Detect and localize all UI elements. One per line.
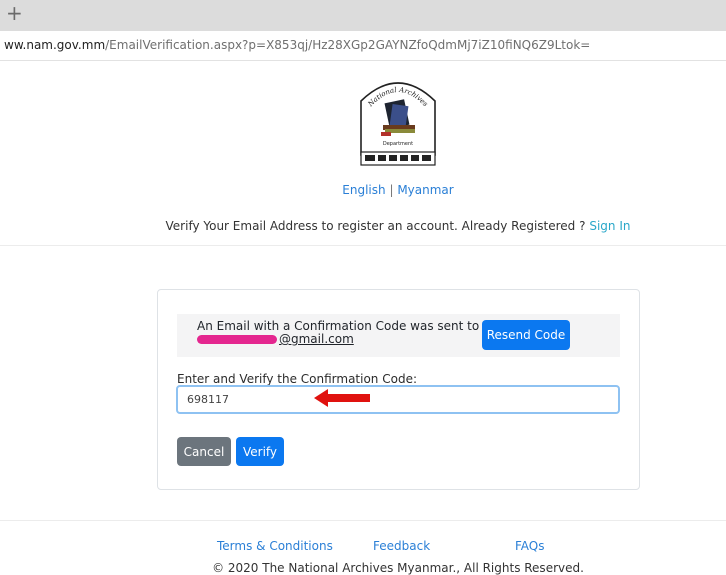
url-host: ww.nam.gov.mm [4, 38, 106, 52]
verification-card: An Email with a Confirmation Code was se… [157, 289, 640, 490]
intro-message: Verify Your Email Address to register an… [0, 219, 726, 233]
browser-tab-strip: + [0, 0, 726, 31]
email-sent-notice: An Email with a Confirmation Code was se… [177, 314, 620, 357]
email-redaction-mark [197, 335, 277, 344]
verify-button[interactable]: Verify [236, 437, 284, 466]
red-arrow-icon [314, 389, 370, 407]
confirmation-code-label: Enter and Verify the Confirmation Code: [177, 372, 417, 386]
intro-text: Verify Your Email Address to register an… [165, 219, 586, 233]
national-archives-logo: National Archives Department [360, 82, 436, 166]
feedback-link[interactable]: Feedback [373, 539, 430, 553]
url-path: /EmailVerification.aspx?p=X853qj/Hz28XGp… [105, 38, 591, 52]
url-text[interactable]: ww.nam.gov.mm/EmailVerification.aspx?p=X… [4, 38, 590, 52]
language-myanmar-link[interactable]: Myanmar [397, 183, 453, 197]
email-domain: @gmail.com [279, 332, 354, 346]
recipient-email: @gmail.com [197, 333, 354, 346]
sign-in-link[interactable]: Sign In [589, 219, 630, 233]
faqs-link[interactable]: FAQs [515, 539, 545, 553]
language-switcher: English | Myanmar [0, 183, 726, 197]
cancel-button[interactable]: Cancel [177, 437, 231, 466]
resend-code-button[interactable]: Resend Code [482, 320, 570, 350]
language-separator: | [389, 183, 394, 197]
confirmation-code-input[interactable] [176, 385, 620, 414]
logo-bottom-text: Department [383, 141, 413, 147]
terms-link[interactable]: Terms & Conditions [217, 539, 333, 553]
copyright-text: © 2020 The National Archives Myanmar., A… [212, 561, 584, 575]
footer-divider [0, 520, 726, 521]
language-english-link[interactable]: English [342, 183, 385, 197]
address-bar[interactable]: ww.nam.gov.mm/EmailVerification.aspx?p=X… [0, 31, 726, 61]
notice-text-block: An Email with a Confirmation Code was se… [197, 320, 479, 346]
new-tab-plus-icon[interactable]: + [6, 2, 23, 24]
header-divider [0, 245, 726, 246]
